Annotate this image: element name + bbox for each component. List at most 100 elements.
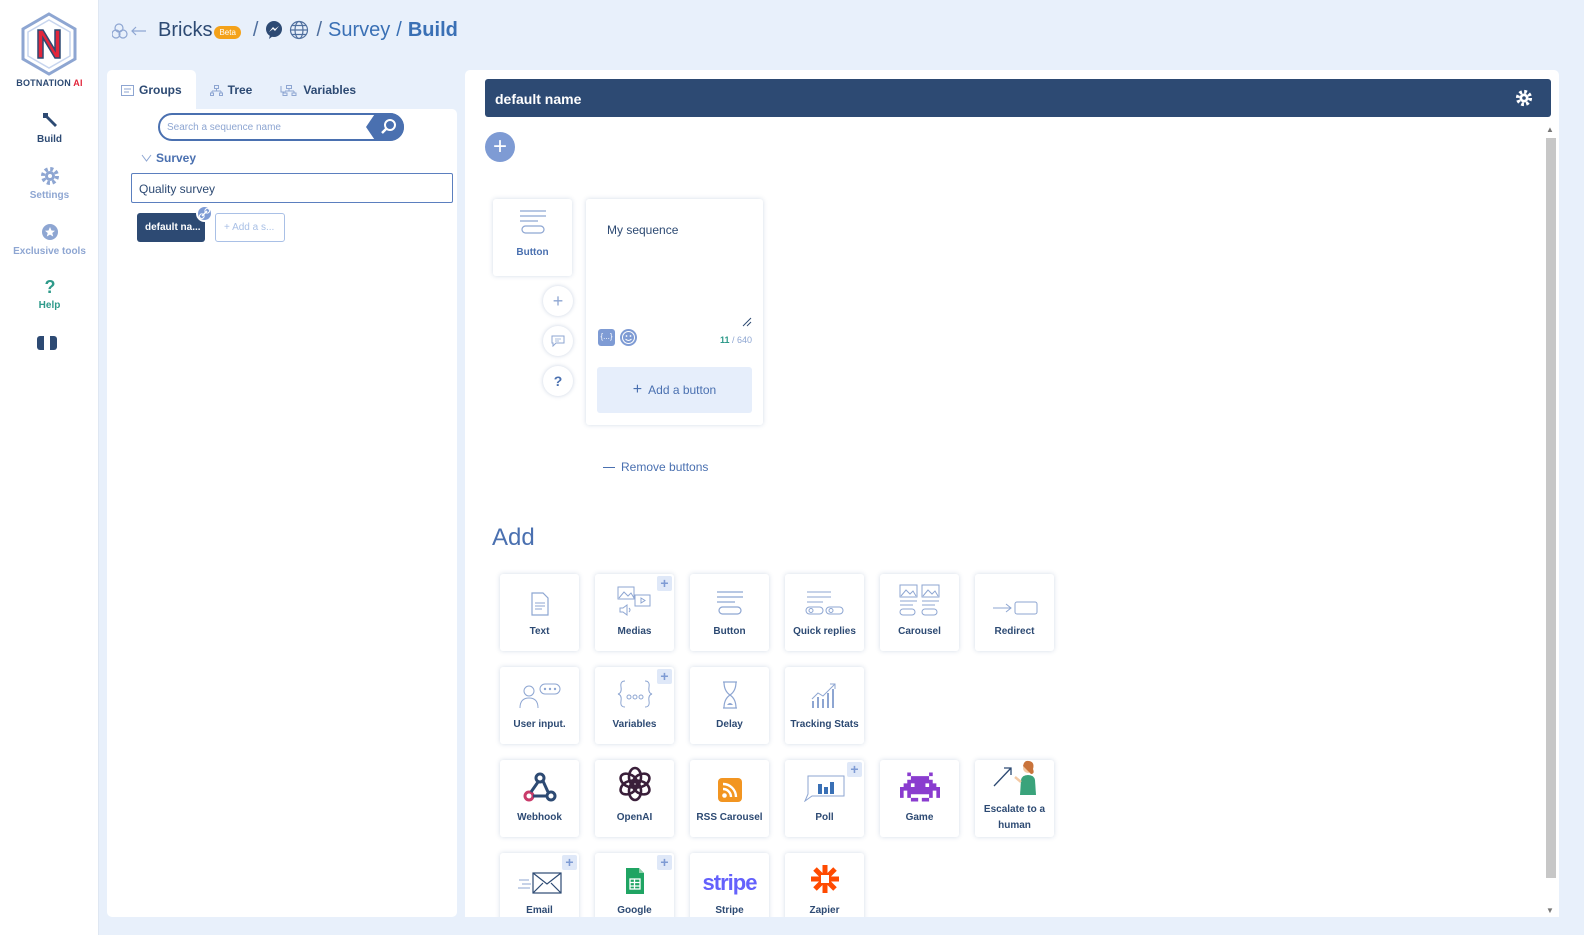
add-sequence-label: Add a s...: [232, 222, 275, 233]
tile-quick-replies[interactable]: Quick replies: [785, 574, 864, 651]
remove-buttons-label: Remove buttons: [621, 460, 709, 474]
nav-settings[interactable]: Settings: [0, 166, 99, 201]
nav-build-label: Build: [37, 134, 62, 145]
comment-icon: [551, 335, 565, 347]
tab-variables-label: Variables: [303, 83, 357, 97]
tile-label: Google: [617, 905, 652, 916]
button-card-label: Button: [516, 247, 549, 258]
message-block: My sequence {...} 11 / 640 + Add a button: [586, 199, 763, 425]
tracking-stats-icon: [811, 683, 835, 708]
tile-redirect[interactable]: Redirect: [975, 574, 1054, 651]
plus-icon[interactable]: +: [562, 855, 577, 870]
nav-help[interactable]: ? Help: [0, 276, 99, 311]
groups-panel: Search a sequence name Survey Quality su…: [107, 109, 457, 917]
french-flag-icon[interactable]: [37, 336, 57, 350]
add-block-top-button[interactable]: +: [485, 132, 515, 162]
breadcrumb-bricks[interactable]: Bricks: [158, 19, 212, 42]
nav-tools-label: Exclusive tools: [13, 246, 86, 257]
poll-icon: [803, 775, 844, 802]
tile-stripe[interactable]: stripe Stripe: [690, 853, 769, 917]
tile-label: Game: [905, 812, 934, 823]
question-icon: ?: [553, 373, 563, 389]
wrench-icon: [42, 113, 57, 127]
emoji-icon[interactable]: [620, 329, 637, 346]
message-text[interactable]: My sequence: [607, 223, 678, 237]
plus-icon: +: [492, 133, 507, 160]
globe-icon[interactable]: [288, 20, 310, 40]
search-input[interactable]: Search a sequence name: [158, 113, 404, 141]
plus-icon[interactable]: +: [657, 855, 672, 870]
tab-tree[interactable]: Tree: [196, 70, 267, 110]
space-invader-icon: [899, 772, 940, 802]
tile-medias[interactable]: + Medias: [595, 574, 674, 651]
tile-variables[interactable]: + Variables: [595, 667, 674, 744]
button-block-card[interactable]: Button: [493, 199, 572, 276]
plus-icon[interactable]: +: [847, 762, 862, 777]
tile-text[interactable]: Text: [500, 574, 579, 651]
svg-text:?: ?: [44, 277, 55, 296]
tile-google[interactable]: + Google: [595, 853, 674, 917]
tile-tracking-stats[interactable]: Tracking Stats: [785, 667, 864, 744]
tile-delay[interactable]: Delay: [690, 667, 769, 744]
char-counter: 11 / 640: [720, 335, 752, 345]
tile-button[interactable]: Button: [690, 574, 769, 651]
tile-label: RSS Carousel: [696, 812, 763, 823]
brand-name: BOTNATION AI: [16, 78, 83, 88]
add-block-side-button[interactable]: +: [543, 286, 573, 316]
escalate-human-icon: [993, 760, 1036, 795]
tile-rss-carousel[interactable]: RSS Carousel: [690, 760, 769, 837]
nav-exclusive-tools[interactable]: Exclusive tools: [0, 222, 99, 257]
settings-gear-icon[interactable]: [1515, 89, 1533, 107]
tile-openai[interactable]: OpenAI: [595, 760, 674, 837]
tile-user-input[interactable]: User input.: [500, 667, 579, 744]
tab-groups[interactable]: Groups: [107, 70, 196, 110]
add-sequence-button[interactable]: + Add a s...: [215, 213, 285, 242]
tile-zapier[interactable]: Zapier: [785, 853, 864, 917]
sequence-name-field[interactable]: Quality survey: [131, 173, 453, 203]
group-label: Survey: [156, 151, 197, 165]
tile-webhook[interactable]: Webhook: [500, 760, 579, 837]
messenger-icon[interactable]: [264, 20, 284, 40]
tile-label: Redirect: [994, 626, 1035, 637]
button-block-icon: [519, 210, 546, 234]
add-button-label: Add a button: [648, 383, 717, 397]
sequence-title[interactable]: default name: [495, 91, 581, 107]
plus-icon[interactable]: +: [657, 576, 672, 591]
tile-label: Medias: [617, 626, 652, 637]
comment-button[interactable]: [543, 326, 573, 356]
group-survey[interactable]: Survey: [141, 151, 196, 165]
search-button[interactable]: [366, 113, 404, 141]
tile-label: User input.: [513, 719, 566, 730]
scrollbar[interactable]: ▲ ▼: [1544, 125, 1556, 917]
help-block-button[interactable]: ?: [543, 366, 573, 396]
tile-game[interactable]: Game: [880, 760, 959, 837]
tile-escalate[interactable]: Escalate to a human: [975, 760, 1054, 837]
breadcrumb-survey[interactable]: Survey: [328, 19, 390, 42]
tile-label: Stripe: [715, 905, 744, 916]
sequence-chip-active[interactable]: default na...: [137, 205, 213, 242]
tile-label: Delay: [716, 719, 743, 730]
nav-build[interactable]: Build: [0, 110, 99, 145]
add-heading: Add: [492, 524, 535, 551]
add-button-button[interactable]: + Add a button: [597, 367, 752, 413]
google-sheets-icon: [625, 868, 644, 894]
hourglass-icon: [722, 681, 737, 709]
remove-buttons-link[interactable]: Remove buttons: [603, 460, 708, 474]
tab-variables[interactable]: Variables: [266, 70, 370, 110]
tile-label: Button: [713, 626, 746, 637]
tile-label: Email: [526, 905, 553, 916]
botnation-logo[interactable]: [20, 12, 78, 76]
stripe-logo-icon: stripe: [702, 870, 758, 895]
insert-variable-icon[interactable]: {...}: [598, 329, 615, 346]
tile-email[interactable]: + Email: [500, 853, 579, 917]
plus-icon[interactable]: +: [657, 669, 672, 684]
resize-grip-icon[interactable]: [742, 317, 752, 327]
plus-icon: +: [552, 290, 564, 311]
link-icon[interactable]: [196, 205, 213, 222]
back-bricks-icon[interactable]: [112, 20, 148, 40]
tile-carousel[interactable]: Carousel: [880, 574, 959, 651]
chip-label: default na...: [145, 222, 201, 233]
rss-icon: [717, 778, 742, 802]
sequence-editor: default name + ▲ ▼ Button + ? My sequence…: [465, 70, 1559, 917]
tile-poll[interactable]: + Poll: [785, 760, 864, 837]
